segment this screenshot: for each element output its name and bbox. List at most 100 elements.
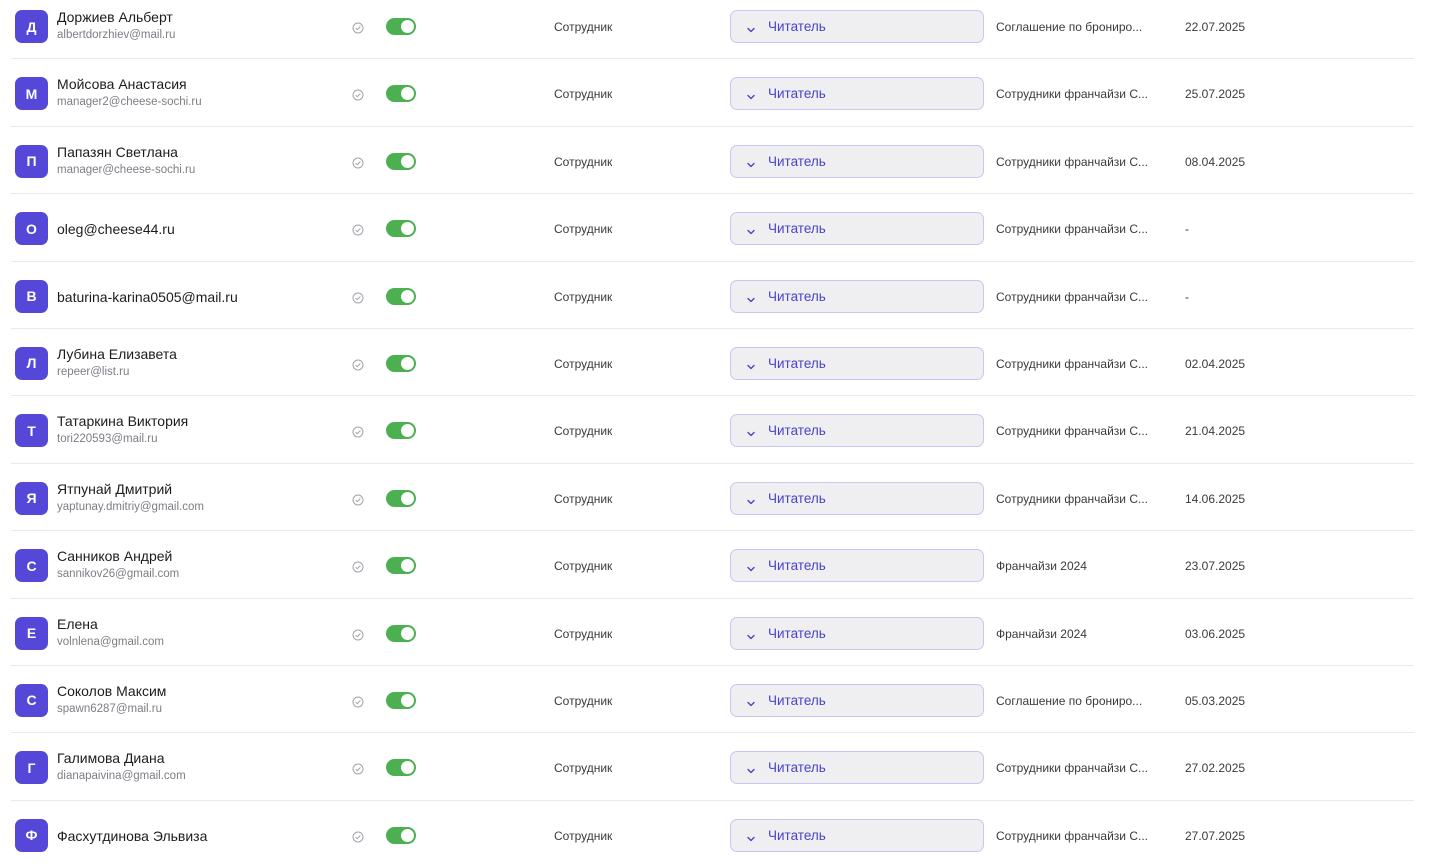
chevron-down-icon — [746, 292, 756, 302]
table-row[interactable]: Л Лубина Елизавета repeer@list.ru Сотрудник… — [11, 329, 1414, 397]
table-row[interactable]: П Папазян Светлана manager@cheese-sochi.ru… — [11, 127, 1414, 195]
avatar: С — [15, 683, 48, 717]
user-email: spawn6287@mail.ru — [57, 702, 163, 715]
table-row[interactable]: Е Елена volnlena@gmail.com Сотрудник Читател… — [11, 599, 1414, 666]
active-toggle[interactable] — [386, 152, 416, 170]
role-select[interactable]: Читатель — [730, 279, 984, 313]
check-circle-icon — [352, 560, 364, 573]
last-login-date: 22.07.2025 — [1185, 20, 1246, 34]
last-login-date: 25.07.2025 — [1185, 87, 1246, 102]
role-select[interactable]: Читатель — [730, 144, 984, 178]
active-toggle[interactable] — [386, 557, 416, 575]
user-email: manager2@cheese-sochi.ru — [57, 96, 202, 109]
check-circle-icon — [352, 762, 364, 775]
active-toggle[interactable] — [386, 85, 416, 103]
role-select[interactable]: Читатель — [730, 212, 984, 246]
user-email: dianapaivina@gmail.com — [57, 770, 186, 783]
user-group: Сотрудники франчайзи С... — [996, 154, 1149, 169]
avatar: Я — [15, 481, 48, 515]
check-circle-icon — [352, 425, 364, 438]
active-toggle[interactable] — [386, 691, 416, 709]
avatar: Л — [15, 346, 48, 380]
last-login-date: 05.03.2025 — [1185, 693, 1246, 708]
chevron-down-icon — [746, 89, 756, 100]
active-toggle[interactable] — [386, 287, 416, 305]
last-login-date: 02.04.2025 — [1185, 356, 1246, 371]
role-select-label: Читатель — [768, 558, 826, 574]
user-name: Папазян Светлана — [57, 143, 178, 160]
table-row[interactable]: Ф Фасхутдинова Эльвиза Сотрудник Читатель Со… — [11, 801, 1414, 868]
chevron-down-icon — [746, 629, 756, 639]
role-select[interactable]: Читатель — [730, 346, 984, 380]
user-email: yaptunay.dmitriy@gmail.com — [57, 500, 204, 513]
user-name: baturina-karina0505@mail.ru — [57, 288, 238, 305]
role-select-label: Читатель — [768, 490, 826, 506]
active-toggle[interactable] — [386, 18, 416, 35]
role-select[interactable]: Читатель — [730, 549, 984, 583]
chevron-down-icon — [746, 561, 756, 572]
active-toggle[interactable] — [386, 624, 416, 642]
table-row[interactable]: Т Татаркина Виктория tori220593@mail.ru Сот… — [11, 396, 1414, 464]
last-login-date: 27.02.2025 — [1185, 761, 1246, 776]
check-circle-icon — [352, 21, 364, 34]
table-row[interactable]: М Мойсова Анастасия manager2@cheese-sochi.… — [11, 59, 1414, 127]
user-type: Сотрудник — [554, 154, 613, 169]
user-type: Сотрудник — [554, 693, 613, 708]
table-row[interactable]: Я Ятпунай Дмитрий yaptunay.dmitriy@gmail.c… — [11, 464, 1414, 532]
user-group: Сотрудники франчайзи С... — [996, 87, 1149, 102]
avatar: В — [15, 279, 48, 313]
user-type: Сотрудник — [554, 20, 613, 34]
chevron-down-icon — [746, 224, 756, 235]
role-select-label: Читатель — [768, 221, 826, 237]
user-email: repeer@list.ru — [57, 365, 130, 378]
last-login-date: 08.04.2025 — [1185, 154, 1246, 169]
user-email: albertdorzhiev@mail.ru — [57, 29, 176, 41]
active-toggle[interactable] — [386, 422, 416, 440]
avatar: Г — [15, 751, 48, 785]
user-email: manager@cheese-sochi.ru — [57, 163, 196, 176]
role-select[interactable]: Читатель — [730, 751, 984, 785]
chevron-down-icon — [746, 494, 756, 504]
user-name: Ятпунай Дмитрий — [57, 480, 173, 497]
table-row[interactable]: С Соколов Максим spawn6287@mail.ru Сотрудни… — [11, 666, 1414, 734]
role-select[interactable]: Читатель — [730, 818, 984, 852]
chevron-down-icon — [746, 763, 756, 774]
table-row[interactable]: Оoleg@cheese44.ru Сотрудник Читатель Сотруд… — [11, 194, 1414, 262]
last-login-date: 21.04.2025 — [1185, 424, 1246, 439]
active-toggle[interactable] — [386, 759, 416, 777]
user-type: Сотрудник — [554, 222, 613, 237]
role-select-label: Читатель — [768, 625, 826, 641]
check-circle-icon — [352, 628, 364, 641]
role-select-label: Читатель — [768, 153, 826, 169]
user-group: Сотрудники франчайзи С... — [996, 828, 1149, 843]
active-toggle[interactable] — [386, 354, 416, 372]
user-name: Татаркина Виктория — [57, 413, 189, 430]
table-row[interactable]: Г Галимова Диана dianapaivina@gmail.com Сот… — [11, 733, 1414, 801]
role-select[interactable]: Читатель — [730, 77, 984, 111]
role-select[interactable]: Читатель — [730, 481, 984, 515]
users-table: Д Доржиев Альберт albertdorzhiev@mail.ru Со… — [11, 0, 1414, 868]
user-group: Сотрудники франчайзи С... — [996, 424, 1149, 439]
active-toggle[interactable] — [386, 489, 416, 507]
user-group: Сотрудники франчайзи С... — [996, 491, 1149, 506]
chevron-down-icon — [746, 22, 756, 33]
table-row[interactable]: Д Доржиев Альберт albertdorzhiev@mail.ru Со… — [11, 0, 1414, 60]
user-group: Соглашение по брониро... — [996, 693, 1143, 708]
active-toggle[interactable] — [386, 826, 416, 844]
table-row[interactable]: Вbaturina-karina0505@mail.ru Сотрудник Чит… — [11, 262, 1414, 329]
user-type: Сотрудник — [554, 289, 613, 304]
last-login-date: 27.07.2025 — [1185, 828, 1246, 843]
avatar: Т — [15, 414, 48, 448]
last-login-date: 23.07.2025 — [1185, 559, 1246, 574]
chevron-down-icon — [746, 696, 756, 707]
role-select[interactable]: Читатель — [730, 10, 984, 43]
user-type: Сотрудник — [554, 626, 613, 641]
table-row[interactable]: С Санников Андрей sannikov26@gmail.com Сотр… — [11, 531, 1414, 599]
last-login-date: - — [1185, 289, 1189, 304]
role-select[interactable]: Читатель — [730, 616, 984, 650]
role-select[interactable]: Читатель — [730, 414, 984, 448]
active-toggle[interactable] — [386, 220, 416, 238]
check-circle-icon — [352, 156, 364, 169]
user-name: Санников Андрей — [57, 548, 173, 565]
role-select[interactable]: Читатель — [730, 683, 984, 717]
